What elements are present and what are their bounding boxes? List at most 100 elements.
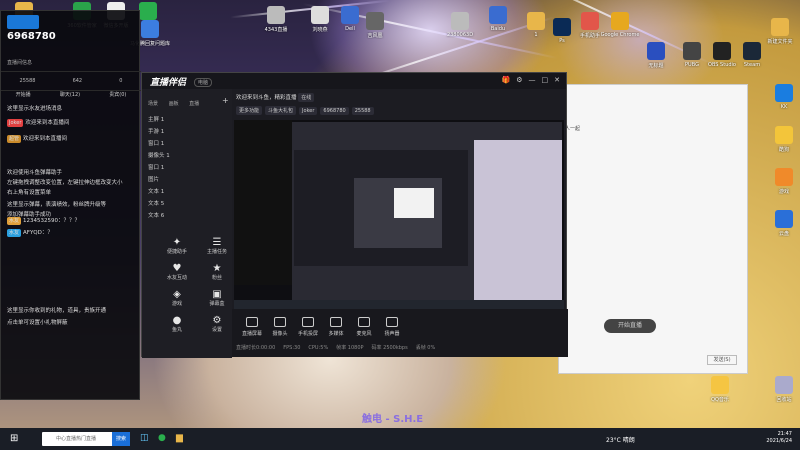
scene-item[interactable]: 窗口 1: [148, 163, 164, 171]
info-chip[interactable]: 25588: [351, 107, 374, 115]
tool-label: 水友互动: [166, 275, 187, 281]
desktop-icon[interactable]: 游戏: [764, 168, 800, 195]
chrome-icon: [611, 12, 629, 30]
system-clock[interactable]: 21:47 2021/6/24: [766, 431, 792, 445]
source-label: 扬声器: [384, 331, 400, 337]
desktop-icon[interactable]: 回收站: [764, 376, 800, 403]
source-button[interactable]: 摄像头: [266, 317, 294, 337]
source-label: 麦克风: [356, 331, 372, 337]
scene-item[interactable]: 手游 1: [148, 127, 164, 135]
desktop-icon[interactable]: 2380063D: [440, 12, 480, 38]
info-chip[interactable]: 更多功能: [236, 106, 263, 115]
scene-item[interactable]: 文本 6: [148, 211, 164, 219]
tool-button[interactable]: ✦ 便捷助手: [162, 237, 192, 255]
add-scene-icon[interactable]: +: [222, 96, 229, 105]
source-icon: [246, 317, 258, 327]
wechat-icon[interactable]: ●: [158, 433, 166, 443]
go-live-button[interactable]: 开始直播: [604, 319, 656, 333]
desktop-icon-label: KK: [780, 104, 788, 110]
chat-message: 欢迎使用斗鱼弹幕助手: [7, 169, 135, 177]
tab-chat[interactable]: 聊天(12): [60, 91, 80, 103]
tab-vip[interactable]: 贵宾(0): [109, 91, 126, 103]
tool-button[interactable]: ★ 粉丝: [202, 263, 232, 281]
app-icon: [711, 376, 729, 394]
source-button[interactable]: 手机投屏: [294, 317, 322, 337]
tool-button[interactable]: ⚙ 设置: [202, 315, 232, 333]
stream-preview[interactable]: [234, 120, 564, 310]
source-button[interactable]: 直播屏幕: [238, 317, 266, 337]
minimize-icon[interactable]: —: [529, 76, 536, 84]
chat-message: 水友 AFYQD：？: [7, 229, 135, 237]
tool-button[interactable]: ♥ 水友互动: [162, 263, 192, 281]
danmaku-chat-overlay[interactable]: 6968780 直播间信息 25588 642 0 开始播 聊天(12) 贵宾(…: [0, 10, 141, 400]
obs-icon: [713, 42, 731, 60]
tool-button[interactable]: ◈ 游戏: [162, 289, 192, 307]
tool-label: 粉丝: [211, 275, 222, 281]
source-button[interactable]: 扬声器: [378, 317, 406, 337]
desktop-icon[interactable]: 无标题: [636, 42, 676, 69]
scene-item[interactable]: 图片: [148, 175, 159, 183]
status-tag: 在线: [298, 93, 315, 102]
desktop-icon-label: 无标题: [648, 63, 664, 69]
source-icon: [386, 317, 398, 327]
info-chip[interactable]: 斗鱼大礼包: [265, 106, 297, 115]
scene-item[interactable]: 文本 1: [148, 187, 164, 195]
source-button[interactable]: 多媒体: [322, 317, 350, 337]
desktop-icon[interactable]: 云盘: [764, 210, 800, 237]
status-item: 丢帧 0%: [415, 345, 436, 351]
chat-message: 右上角有设置菜单: [7, 189, 135, 197]
source-label: 手机投屏: [297, 331, 318, 337]
desktop-icon[interactable]: 新建文件夹: [760, 18, 800, 45]
chat-message-text: 1234532590：？？？: [23, 218, 81, 224]
desktop-icon-label: Google Chrome: [600, 32, 640, 38]
close-icon[interactable]: ✕: [554, 76, 560, 84]
tool-label: 游戏: [171, 301, 182, 307]
tab-scene[interactable]: 场景: [148, 101, 158, 107]
desktop-icon[interactable]: QQ音乐: [700, 376, 740, 403]
scene-item[interactable]: 主屏 1: [148, 115, 164, 123]
info-chip[interactable]: Joker: [299, 107, 318, 115]
chat-message: 水友 1234532590：？？？: [7, 217, 135, 225]
gift-icon[interactable]: 🎁: [502, 76, 511, 84]
weather-indicator[interactable]: 23°C 晴朗: [606, 435, 635, 444]
desktop-icon[interactable]: Google Chrome: [600, 12, 640, 38]
desktop-icon[interactable]: 酷狗: [764, 126, 800, 153]
desktop-icon[interactable]: Baidu: [478, 6, 518, 32]
folder-icon[interactable]: ▆: [176, 433, 183, 443]
scene-item[interactable]: 文本 5: [148, 199, 164, 207]
tab-live[interactable]: 直播: [189, 101, 199, 107]
chat-message-text: 左键拖拽调整改变位置，左键拉伸边框改变大小: [7, 180, 123, 186]
desktop-icon[interactable]: 吉风凰: [355, 12, 395, 39]
desktop-icon[interactable]: 4343直播: [256, 6, 296, 33]
app-icon: [581, 12, 599, 30]
tool-icon: ▣: [212, 289, 222, 300]
app-icon: [267, 6, 285, 24]
tool-icon: ●: [172, 315, 182, 326]
source-button[interactable]: 麦克风: [350, 317, 378, 337]
desktop-icon[interactable]: KK: [764, 84, 800, 110]
desktop-icon-label: 云盘: [778, 231, 789, 237]
chat-message-text: 点击单可设置小礼物屏蔽: [7, 320, 68, 326]
windows-start-icon[interactable]: ⊞: [10, 433, 18, 444]
search-button[interactable]: 搜索: [112, 432, 130, 446]
tool-button[interactable]: ● 鱼丸: [162, 315, 192, 333]
tab-board[interactable]: 画板: [169, 101, 179, 107]
tab-start[interactable]: 开始播: [16, 91, 31, 103]
desktop-icon-label: Steam: [743, 62, 761, 68]
scene-item[interactable]: 摄像头 1: [148, 151, 170, 159]
chat-message-text: 这里显示弹幕，表演绩效，粉丝牌升级等: [7, 202, 107, 208]
room-id: 6968780: [7, 31, 56, 42]
desktop-icon[interactable]: Steam: [732, 42, 772, 68]
settings-icon[interactable]: ⚙: [516, 76, 522, 84]
send-button[interactable]: 发送(S): [707, 355, 737, 365]
tool-button[interactable]: ☰ 主播任务: [202, 237, 232, 255]
tool-button[interactable]: ▣ 弹幕盒: [202, 289, 232, 307]
info-chip[interactable]: 6968780: [320, 107, 349, 115]
scene-item[interactable]: 窗口 1: [148, 139, 164, 147]
status-item: CPU:5%: [308, 345, 329, 351]
chat-message: 这里显示弹幕，表演绩效，粉丝牌升级等: [7, 201, 135, 209]
task-view-icon[interactable]: ◫: [140, 433, 149, 443]
tool-icon: ◈: [173, 289, 181, 300]
douyu-live-companion-window[interactable]: 直播伴侣 电脑 🎁 ⚙ — □ ✕ 场景 画板 直播 + 主屏 1 手游 1 窗口 …: [141, 72, 656, 358]
maximize-icon[interactable]: □: [542, 76, 549, 84]
